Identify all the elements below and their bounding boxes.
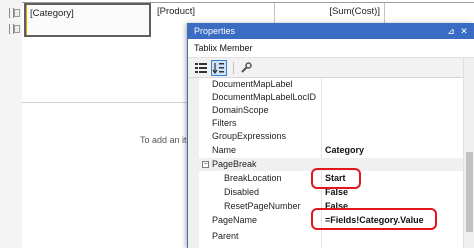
- categorized-icon: [195, 63, 207, 73]
- properties-titlebar[interactable]: Properties ⊿ ✕: [188, 23, 474, 39]
- object-selector[interactable]: Tablix Member: [188, 39, 474, 58]
- properties-window: Properties ⊿ ✕ Tablix Member DocumentMap…: [187, 23, 474, 248]
- property-row[interactable]: DomainScope: [188, 104, 474, 117]
- row-handle[interactable]: [14, 9, 20, 17]
- highlight-breaklocation: [311, 168, 361, 189]
- group-divider: [22, 102, 188, 103]
- property-name: PageName: [212, 215, 258, 225]
- property-name: Filters: [212, 118, 237, 128]
- property-grid: DocumentMapLabel DocumentMapLabelLocID D…: [188, 78, 474, 248]
- sum-cost-cell-text: [Sum(Cost)]: [329, 6, 380, 17]
- categorized-button[interactable]: [193, 60, 209, 76]
- collapse-icon[interactable]: −: [202, 161, 209, 168]
- property-name: Name: [212, 145, 237, 155]
- pin-icon[interactable]: ⊿: [446, 26, 456, 36]
- category-cell-text: [Category]: [30, 8, 74, 19]
- property-name: Parent: [212, 231, 239, 241]
- property-name: GroupExpressions: [212, 131, 287, 141]
- property-row[interactable]: DocumentMapLabel: [188, 78, 474, 91]
- properties-title: Properties: [194, 26, 236, 36]
- product-cell-text: [Product]: [157, 6, 196, 17]
- property-name: PageBreak: [212, 159, 257, 169]
- property-value[interactable]: Category: [325, 144, 364, 157]
- property-pages-icon: [241, 62, 252, 73]
- properties-toolbar: [188, 58, 474, 78]
- scrollbar-thumb[interactable]: [466, 152, 473, 232]
- property-name: ResetPageNumber: [224, 201, 301, 211]
- alphabetical-icon: [212, 63, 224, 75]
- close-icon[interactable]: ✕: [459, 26, 469, 36]
- category-cell[interactable]: [Category]: [24, 3, 151, 37]
- toolbar-separator: [233, 62, 234, 74]
- vertical-scrollbar[interactable]: [463, 58, 474, 248]
- property-row-name[interactable]: Name Category: [188, 144, 474, 157]
- property-name: DocumentMapLabelLocID: [212, 92, 317, 102]
- property-name: BreakLocation: [224, 173, 282, 183]
- row-handle[interactable]: [14, 25, 20, 33]
- property-row[interactable]: GroupExpressions: [188, 130, 474, 143]
- alphabetical-button[interactable]: [211, 60, 227, 76]
- property-row[interactable]: DocumentMapLabelLocID: [188, 91, 474, 104]
- property-name: DocumentMapLabel: [212, 79, 293, 89]
- property-pages-button[interactable]: [238, 60, 254, 76]
- property-name: Disabled: [224, 187, 260, 197]
- property-name: DomainScope: [212, 105, 269, 115]
- object-name: Tablix Member: [194, 43, 253, 53]
- property-row[interactable]: Parent: [188, 230, 474, 243]
- designer-gutter: [0, 0, 22, 248]
- designer-placeholder-text: To add an ite: [140, 135, 192, 145]
- property-row[interactable]: Filters: [188, 117, 474, 130]
- highlight-pagename: [311, 208, 437, 230]
